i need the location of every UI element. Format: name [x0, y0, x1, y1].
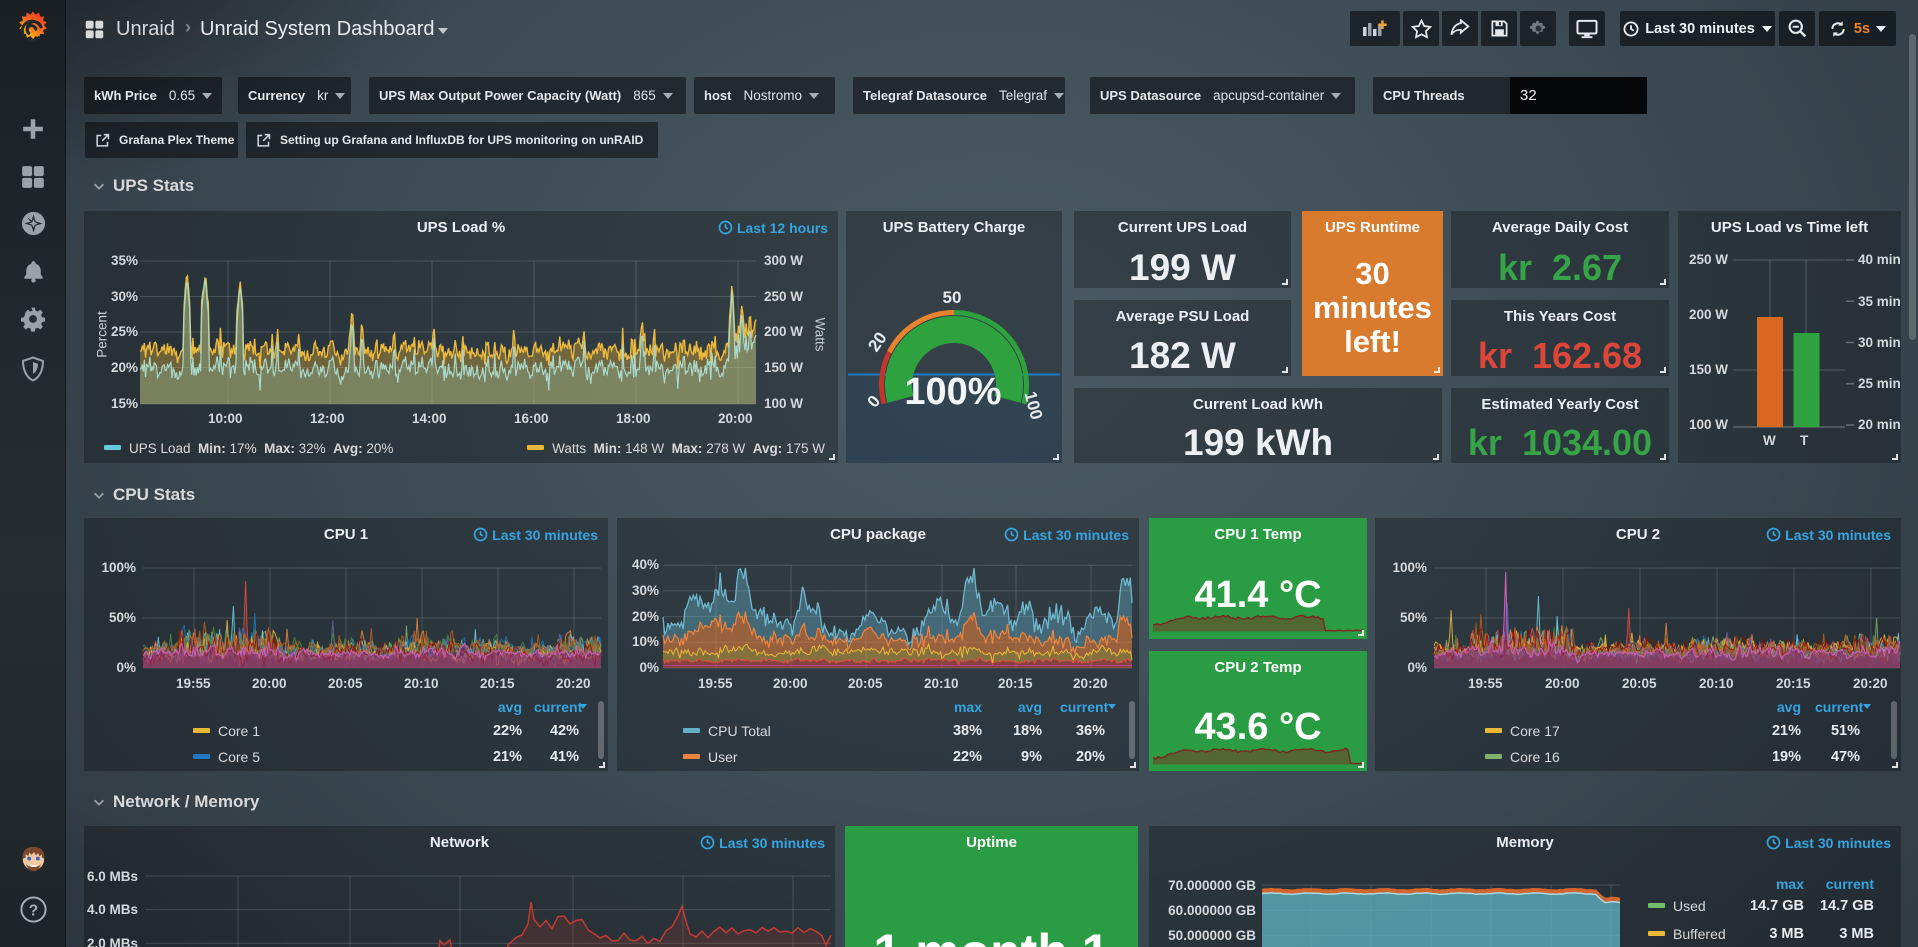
- svg-text:?: ?: [28, 902, 37, 919]
- svg-text:50: 50: [943, 288, 962, 307]
- svg-text:20: 20: [864, 329, 890, 355]
- svg-text:100%: 100%: [904, 371, 1001, 413]
